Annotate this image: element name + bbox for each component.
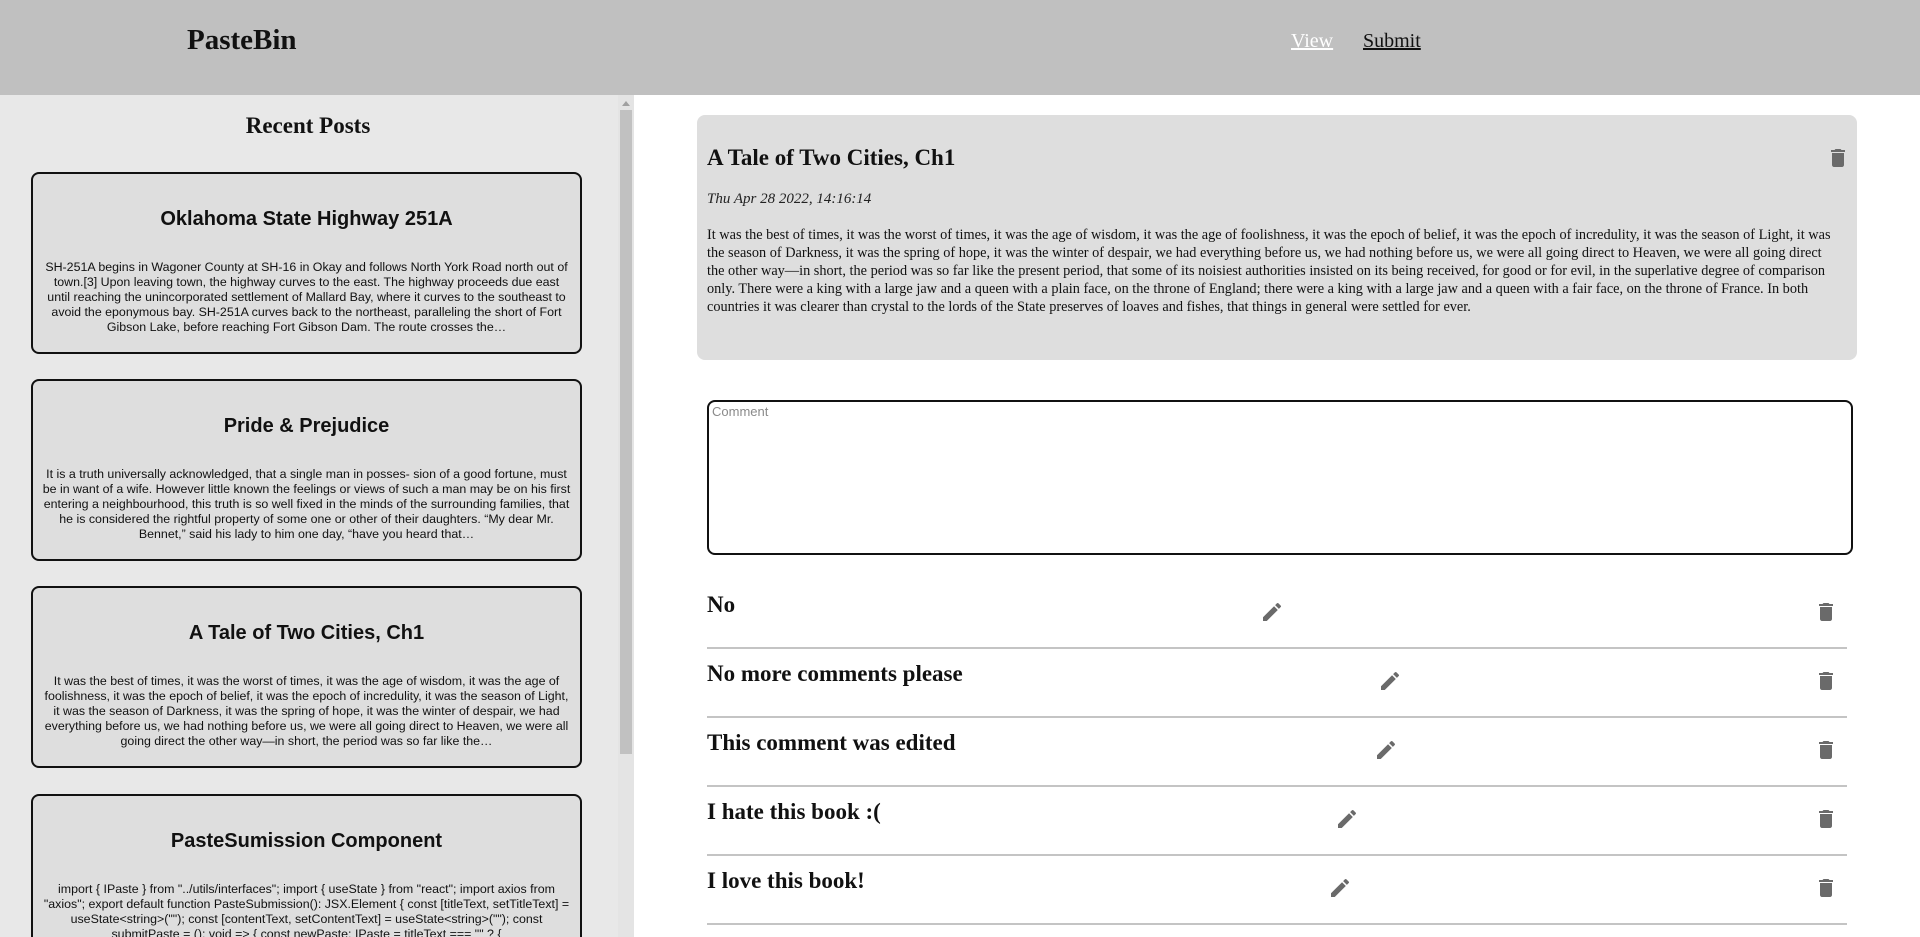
scroll-up-arrow-icon[interactable]: [622, 101, 630, 106]
sidebar-title: Recent Posts: [245, 113, 371, 138]
post-card-excerpt: It was the best of times, it was the wor…: [44, 674, 569, 748]
trash-icon[interactable]: [1814, 600, 1838, 624]
pencil-icon[interactable]: [1335, 807, 1359, 831]
comment-item: I love this book!: [707, 855, 1847, 925]
comment-text: No: [707, 592, 736, 617]
trash-icon[interactable]: [1814, 738, 1838, 762]
post-date: Thu Apr 28 2022, 14:16:14: [707, 191, 872, 207]
comment-text: I hate this book :(: [707, 799, 881, 824]
trash-icon[interactable]: [1814, 669, 1838, 693]
post-card-excerpt: import { IPaste } from "../utils/interfa…: [43, 882, 570, 937]
trash-icon[interactable]: [1826, 146, 1850, 170]
trash-icon[interactable]: [1814, 807, 1838, 831]
post-title: A Tale of Two Cities, Ch1: [707, 145, 956, 170]
post-card-title: Oklahoma State Highway 251A: [160, 208, 453, 230]
comment-input[interactable]: [707, 400, 1853, 555]
pencil-icon[interactable]: [1328, 876, 1352, 900]
post-card[interactable]: Oklahoma State Highway 251A SH-251A begi…: [31, 172, 582, 354]
comment-text: No more comments please: [707, 661, 963, 686]
sidebar-scrollbar[interactable]: [618, 95, 634, 937]
comment-item: No: [707, 579, 1847, 649]
nav-submit-link[interactable]: Submit: [1363, 30, 1421, 53]
trash-icon[interactable]: [1814, 876, 1838, 900]
brand-title: PasteBin: [187, 24, 297, 56]
comment-text: This comment was edited: [707, 730, 956, 755]
scrollbar-thumb[interactable]: [620, 110, 632, 754]
post-card-title: A Tale of Two Cities, Ch1: [188, 622, 425, 644]
post-detail-card: A Tale of Two Cities, Ch1 Thu Apr 28 202…: [697, 115, 1857, 360]
post-card-excerpt: SH-251A begins in Wagoner County at SH-1…: [45, 260, 568, 334]
post-body: It was the best of times, it was the wor…: [707, 227, 1831, 315]
nav-view-link[interactable]: View: [1291, 30, 1333, 53]
post-card[interactable]: Pride & Prejudice It is a truth universa…: [31, 379, 582, 561]
pencil-icon[interactable]: [1260, 600, 1284, 624]
top-navbar: PasteBin View Submit: [0, 0, 1920, 95]
comment-item: No more comments please: [707, 648, 1847, 718]
comment-item: This comment was edited: [707, 717, 1847, 787]
comment-item: I hate this book :(: [707, 786, 1847, 856]
recent-posts-sidebar: Recent Posts Oklahoma State Highway 251A…: [0, 95, 634, 937]
post-card-title: PasteSumission Component: [170, 830, 443, 852]
post-card[interactable]: A Tale of Two Cities, Ch1 It was the bes…: [31, 586, 582, 768]
pencil-icon[interactable]: [1374, 738, 1398, 762]
post-card-title: Pride & Prejudice: [223, 415, 390, 437]
post-card-excerpt: It is a truth universally acknowledged, …: [42, 467, 571, 541]
pencil-icon[interactable]: [1378, 669, 1402, 693]
comment-text: I love this book!: [707, 868, 865, 893]
post-card[interactable]: PasteSumission Component import { IPaste…: [31, 794, 582, 937]
